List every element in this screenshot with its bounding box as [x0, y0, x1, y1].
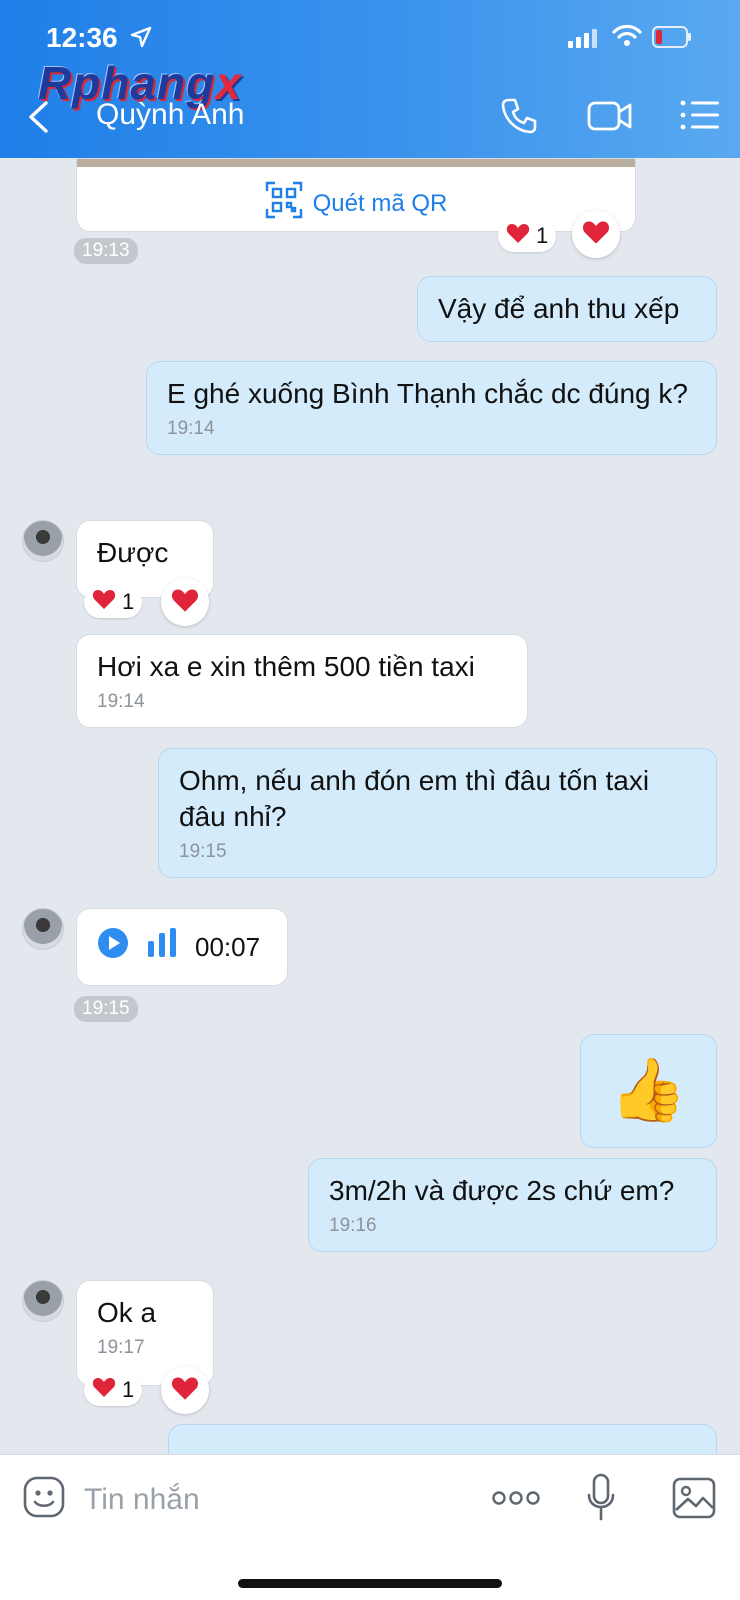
outgoing-message-partial[interactable]	[168, 1424, 717, 1454]
wifi-icon	[612, 24, 642, 53]
back-chevron-icon[interactable]	[26, 100, 50, 139]
play-icon[interactable]	[97, 927, 129, 968]
status-time: 12:36	[46, 22, 118, 53]
react-heart-button[interactable]	[572, 210, 620, 258]
timestamp: 19:15	[74, 996, 138, 1022]
heart-icon	[171, 587, 199, 618]
avatar[interactable]	[22, 908, 64, 950]
qr-image-card[interactable]: Quét mã QR	[76, 158, 636, 232]
react-heart-button[interactable]	[161, 1366, 209, 1414]
message-time: 19:14	[167, 418, 215, 439]
image-preview-strip	[77, 159, 635, 167]
location-arrow-icon	[130, 26, 152, 53]
outgoing-message[interactable]: E ghé xuống Bình Thạnh chắc dc đúng k? 1…	[146, 361, 717, 455]
sticker-icon[interactable]	[22, 1475, 66, 1524]
message-time: 19:16	[329, 1215, 377, 1236]
outgoing-emoji-message[interactable]: 👍	[580, 1034, 717, 1148]
chat-header: 12:36 Rphangx Quỳnh Anh	[0, 0, 740, 158]
more-dots-icon[interactable]	[492, 1489, 540, 1512]
audio-bars-icon	[147, 927, 177, 968]
outgoing-message[interactable]: Vậy để anh thu xếp	[417, 276, 717, 342]
message-time: 19:14	[97, 691, 145, 712]
reaction-count[interactable]: 1	[498, 220, 557, 252]
heart-icon	[92, 1376, 116, 1404]
message-text: Ohm, nếu anh đón em thì đâu tốn taxi đâu…	[179, 765, 650, 832]
reaction-count[interactable]: 1	[84, 586, 143, 618]
phone-icon[interactable]	[500, 97, 538, 140]
signal-icon	[568, 28, 600, 53]
qr-code-icon	[265, 181, 303, 226]
reaction-count[interactable]: 1	[84, 1374, 143, 1406]
thumbs-up-emoji: 👍	[609, 1056, 688, 1125]
avatar[interactable]	[22, 1280, 64, 1322]
message-text: Vậy để anh thu xếp	[438, 293, 680, 324]
heart-icon	[506, 222, 530, 250]
qr-scan-label: Quét mã QR	[312, 189, 448, 217]
message-time: 19:15	[179, 841, 227, 862]
list-menu-icon[interactable]	[680, 100, 720, 135]
contact-name[interactable]: Quỳnh Anh	[96, 98, 244, 132]
outgoing-message[interactable]: Ohm, nếu anh đón em thì đâu tốn taxi đâu…	[158, 748, 717, 878]
heart-icon	[582, 219, 610, 250]
home-indicator[interactable]	[238, 1579, 502, 1588]
message-text: Ok a	[97, 1297, 157, 1328]
avatar[interactable]	[22, 520, 64, 562]
message-text: Hơi xa e xin thêm 500 tiền taxi	[97, 651, 475, 682]
gallery-icon[interactable]	[672, 1477, 716, 1524]
qr-scan-button[interactable]: Quét mã QR	[77, 181, 635, 226]
message-input[interactable]	[84, 1477, 454, 1523]
heart-icon	[171, 1375, 199, 1406]
heart-icon	[92, 588, 116, 616]
message-text: Được	[97, 537, 169, 568]
outgoing-message[interactable]: 3m/2h và được 2s chứ em? 19:16	[308, 1158, 717, 1252]
react-heart-button[interactable]	[161, 578, 209, 626]
message-list[interactable]: Quét mã QR 1 19:13 Vậy để anh thu xếp E …	[0, 158, 740, 1454]
voice-duration: 00:07	[195, 932, 261, 962]
timestamp: 19:13	[74, 238, 138, 264]
message-time: 19:17	[97, 1337, 145, 1358]
incoming-message[interactable]: Hơi xa e xin thêm 500 tiền taxi 19:14	[76, 634, 528, 728]
video-camera-icon[interactable]	[587, 100, 633, 137]
microphone-icon[interactable]	[586, 1473, 616, 1528]
voice-message[interactable]: 00:07	[76, 908, 288, 986]
message-text: E ghé xuống Bình Thạnh chắc dc đúng k?	[167, 378, 688, 409]
message-text: 3m/2h và được 2s chứ em?	[329, 1175, 675, 1206]
battery-icon	[652, 26, 692, 53]
